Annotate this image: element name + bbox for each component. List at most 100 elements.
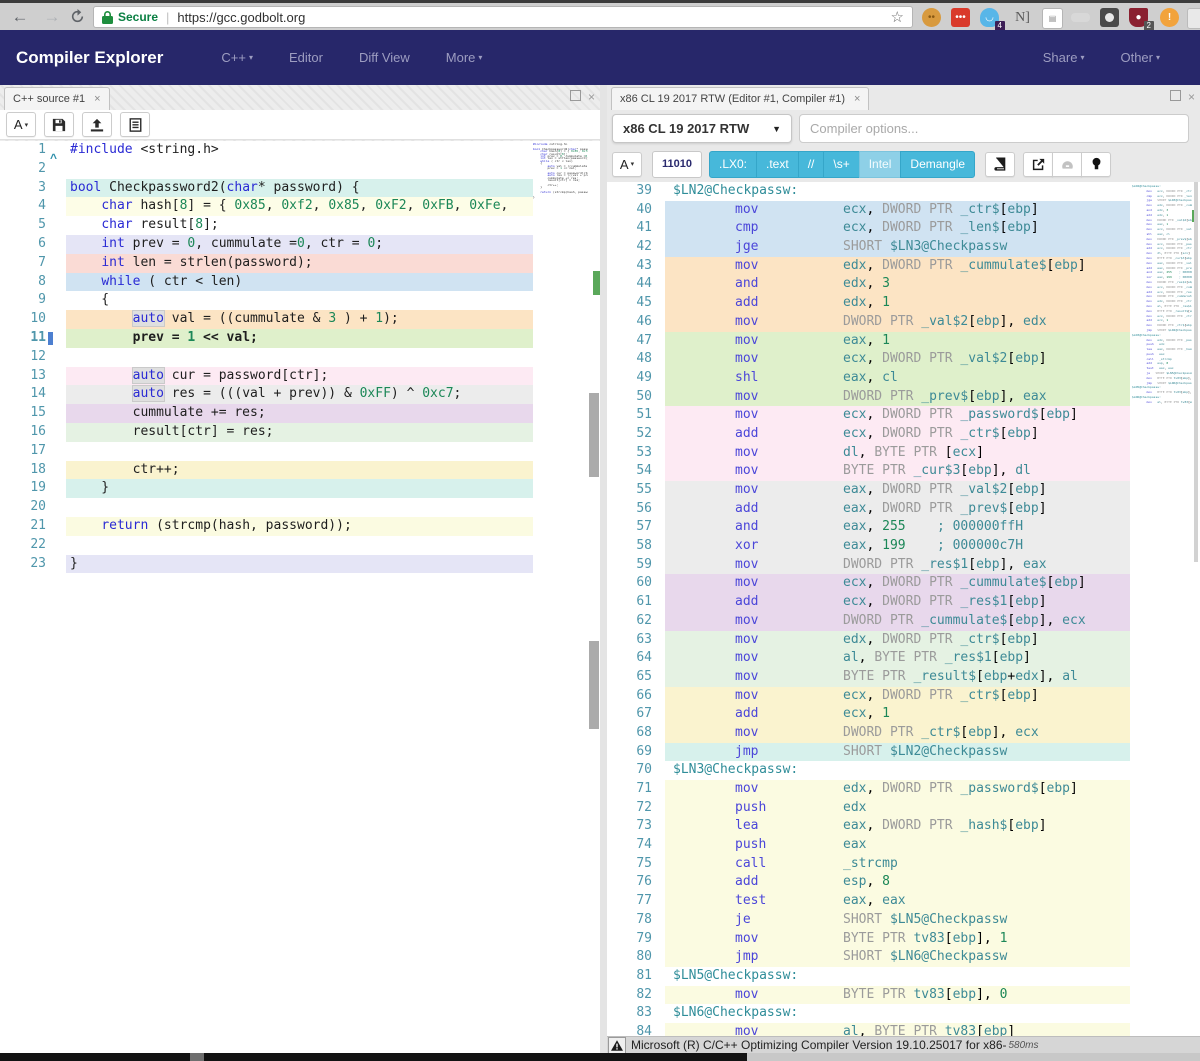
asm-line[interactable]: 72pushedx [607,799,1130,818]
camera-extension-icon[interactable] [1100,8,1119,27]
pill-extension-icon[interactable] [1071,13,1090,22]
filter-labels-button[interactable]: .LX0: [709,151,757,178]
browser-back-icon[interactable]: ← [8,5,32,29]
asm-line[interactable]: 69jmpSHORT $LN2@Checkpassw [607,743,1130,762]
asm-line[interactable]: 78jeSHORT $LN5@Checkpassw [607,911,1130,930]
source-line[interactable]: 14 auto res = (((val + prev)) & 0xFF) ^ … [0,385,600,404]
source-line[interactable]: 4 char hash[8] = { 0x85, 0xf2, 0x85, 0xF… [0,197,600,216]
source-line[interactable]: 10 auto val = ((cummulate & 3 ) + 1); [0,310,600,329]
asm-line[interactable]: 42jgeSHORT $LN3@Checkpassw [607,238,1130,257]
nav-item-other[interactable]: Other▾ [1120,50,1160,65]
asm-line[interactable]: 64moval, BYTE PTR _res$1[ebp] [607,649,1130,668]
filter-demangle-button[interactable]: Demangle [900,151,975,178]
font-size-button[interactable]: A▾ [612,152,642,177]
source-line[interactable]: 8 while ( ctr < len) [0,273,600,292]
asm-line[interactable]: 59movDWORD PTR _res$1[ebp], eax [607,556,1130,575]
notes-extension-icon[interactable]: N] [1013,8,1032,27]
close-icon[interactable]: × [854,93,860,105]
source-line[interactable]: 3bool Checkpassword2(char* password) { [0,179,600,198]
source-line[interactable]: 7 int len = strlen(password); [0,254,600,273]
asm-line[interactable]: 80jmpSHORT $LN6@Checkpassw [607,948,1130,967]
cookie-extension-icon[interactable]: •• [922,8,941,27]
maximize-icon[interactable] [1170,90,1181,104]
gauge-button[interactable] [1052,152,1082,177]
open-new-window-button[interactable] [1023,152,1053,177]
asm-line[interactable]: 40movecx, DWORD PTR _ctr$[ebp] [607,201,1130,220]
library-button[interactable] [985,152,1015,177]
filter-directives-button[interactable]: .text [756,151,799,178]
asm-line[interactable]: 53movdl, BYTE PTR [ecx] [607,444,1130,463]
asm-line[interactable]: 82movBYTE PTR tv83[ebp], 0 [607,986,1130,1005]
source-line[interactable]: 17 [0,442,600,461]
asm-line[interactable]: 39$LN2@Checkpassw: [607,182,1130,201]
asm-line[interactable]: 51movecx, DWORD PTR _password$[ebp] [607,406,1130,425]
maximize-icon[interactable] [570,90,581,104]
bookmark-star-icon[interactable]: ☆ [891,8,904,26]
asm-minimap[interactable]: $LN2@Checkpassw: mov ecx, DWORD PTR _ctr… [1130,182,1192,1036]
asm-line[interactable]: 56addeax, DWORD PTR _prev$[ebp] [607,500,1130,519]
asm-line[interactable]: 61addecx, DWORD PTR _res$1[ebp] [607,593,1130,612]
browser-reload-icon[interactable] [70,5,94,33]
url-bar[interactable]: Secure | https://gcc.godbolt.org ☆ [93,6,913,28]
nav-item-language[interactable]: C++▾ [221,50,253,65]
shield-extension-icon[interactable]: ●2 [1129,8,1148,27]
alert-extension-icon[interactable]: ! [1160,8,1179,27]
ghost-extension-icon[interactable]: ◡4 [980,8,999,27]
horizontal-scrollbar[interactable] [0,1053,1200,1061]
asm-line[interactable]: 66movecx, DWORD PTR _ctr$[ebp] [607,687,1130,706]
asm-line[interactable]: 50movDWORD PTR _prev$[ebp], eax [607,388,1130,407]
asm-line[interactable]: 67addecx, 1 [607,705,1130,724]
asm-line[interactable]: 41cmpecx, DWORD PTR _len$[ebp] [607,219,1130,238]
asm-line[interactable]: 55moveax, DWORD PTR _val$2[ebp] [607,481,1130,500]
filter-whitespace-button[interactable]: \s+ [823,151,859,178]
asm-line[interactable]: 44andedx, 3 [607,275,1130,294]
asm-line[interactable]: 47moveax, 1 [607,332,1130,351]
source-line[interactable]: 22 [0,536,600,555]
source-line[interactable]: 21 return (strcmp(hash, password)); [0,517,600,536]
filter-intel-button[interactable]: Intel [859,151,902,178]
browser-forward-icon[interactable]: → [40,5,64,29]
asm-line[interactable]: 71movedx, DWORD PTR _password$[ebp] [607,780,1130,799]
asm-line[interactable]: 79movBYTE PTR tv83[ebp], 1 [607,930,1130,949]
source-line[interactable]: 16 result[ctr] = res; [0,423,600,442]
source-line[interactable]: 12 [0,348,600,367]
asm-line[interactable]: 46movDWORD PTR _val$2[ebp], edx [607,313,1130,332]
close-pane-icon[interactable]: × [588,90,595,104]
asm-scrollbar[interactable] [1192,182,1200,1036]
asm-line[interactable]: 62movDWORD PTR _cummulate$[ebp], ecx [607,612,1130,631]
close-icon[interactable]: × [94,93,100,105]
asm-line[interactable]: 58xoreax, 199 ; 000000c7H [607,537,1130,556]
nav-item-diff-view[interactable]: Diff View [359,50,410,65]
filter-binary-button[interactable]: 11010 [652,151,702,178]
nav-item-more[interactable]: More▾ [446,50,483,65]
profile-icon[interactable] [1187,8,1200,29]
tab-compiler-output[interactable]: x86 CL 19 2017 RTW (Editor #1, Compiler … [611,87,869,110]
source-line[interactable]: 13 auto cur = password[ctr]; [0,367,600,386]
asm-line[interactable]: 74pusheax [607,836,1130,855]
fold-caret-icon[interactable]: ^ [50,151,57,165]
asm-code-editor[interactable]: 39$LN2@Checkpassw:40movecx, DWORD PTR _c… [607,182,1130,1036]
source-line[interactable]: 11 prev = 1 << val; [0,329,600,348]
lightbulb-button[interactable] [1081,152,1111,177]
asm-line[interactable]: 60movecx, DWORD PTR _cummulate$[ebp] [607,574,1130,593]
source-line[interactable]: 18 ctr++; [0,461,600,480]
source-line[interactable]: 20 [0,498,600,517]
nav-item-share[interactable]: Share▾ [1043,50,1085,65]
pane-divider[interactable] [600,85,607,1053]
save-button[interactable] [44,112,74,137]
source-line[interactable]: 1#include <string.h> [0,141,600,160]
source-line[interactable]: 9 { [0,291,600,310]
compiler-select[interactable]: x86 CL 19 2017 RTW ▼ [612,114,792,143]
asm-line[interactable]: 43movedx, DWORD PTR _cummulate$[ebp] [607,257,1130,276]
scrollbar-thumb[interactable] [1194,182,1198,562]
asm-line[interactable]: 52addecx, DWORD PTR _ctr$[ebp] [607,425,1130,444]
source-line[interactable]: 6 int prev = 0, cummulate =0, ctr = 0; [0,235,600,254]
tab-cpp-source[interactable]: C++ source #1 × [4,87,110,110]
asm-line[interactable]: 63movedx, DWORD PTR _ctr$[ebp] [607,631,1130,650]
asm-line[interactable]: 73leaeax, DWORD PTR _hash$[ebp] [607,817,1130,836]
asm-line[interactable]: 75call_strcmp [607,855,1130,874]
close-pane-icon[interactable]: × [1188,90,1195,104]
asm-line[interactable]: 48movecx, DWORD PTR _val$2[ebp] [607,350,1130,369]
asm-line[interactable]: 45addedx, 1 [607,294,1130,313]
asm-line[interactable]: 81$LN5@Checkpassw: [607,967,1130,986]
